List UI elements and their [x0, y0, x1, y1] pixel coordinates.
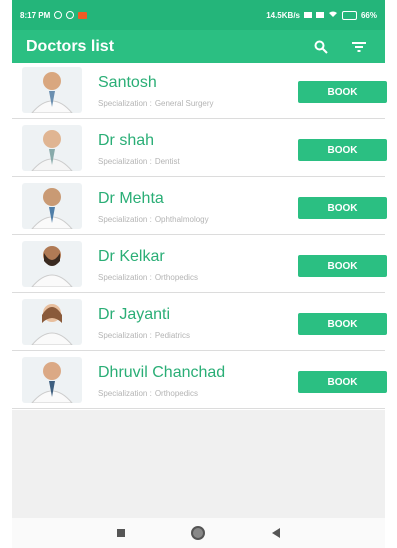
specialization-label: Specialization : — [98, 157, 152, 166]
doctor-name: Dr Jayanti — [98, 306, 171, 323]
doctor-specialization: Specialization : Pediatrics — [98, 331, 190, 340]
search-icon[interactable] — [309, 35, 333, 59]
notification-icon — [66, 11, 75, 19]
specialization-value: Dentist — [154, 157, 180, 166]
status-right: 14.5KB/s 66% — [266, 10, 377, 20]
recents-icon[interactable] — [111, 523, 131, 543]
book-button[interactable]: BOOK — [298, 313, 387, 335]
doctor-name: Dr Kelkar — [98, 248, 165, 265]
specialization-value: Ophthalmology — [154, 215, 209, 224]
app-bar: Doctors list — [12, 30, 385, 63]
status-bar: 8:17 PM 14.5KB/s 66% — [12, 0, 385, 30]
specialization-label: Specialization : — [98, 331, 152, 340]
doctor-name: Dhruvil Chanchad — [98, 364, 226, 381]
signal-icon — [315, 12, 324, 18]
filter-icon[interactable] — [347, 35, 371, 59]
doctor-avatar — [22, 357, 82, 403]
doctor-row[interactable]: Dhruvil Chanchad Specialization : Orthope… — [12, 353, 387, 409]
doctor-specialization: Specialization : Orthopedics — [98, 389, 198, 398]
battery-percent: 66% — [360, 10, 377, 20]
doctor-avatar — [22, 183, 82, 229]
specialization-value: Orthopedics — [154, 389, 198, 398]
doctor-avatar — [22, 125, 82, 171]
specialization-label: Specialization : — [98, 215, 152, 224]
network-speed: 14.5KB/s — [266, 10, 300, 20]
doctor-specialization: Specialization : Orthopedics — [98, 273, 198, 282]
specialization-value: Orthopedics — [154, 273, 198, 282]
specialization-value: Pediatrics — [154, 331, 190, 340]
app-notification-icon — [78, 11, 88, 19]
status-left: 8:17 PM — [20, 10, 88, 20]
book-button[interactable]: BOOK — [298, 81, 387, 103]
notification-icon — [54, 11, 63, 19]
home-icon[interactable] — [188, 523, 208, 543]
doctor-avatar — [22, 241, 82, 287]
doctor-specialization: Specialization : Dentist — [98, 157, 180, 166]
doctor-avatar — [22, 299, 82, 345]
specialization-label: Specialization : — [98, 273, 152, 282]
doctor-avatar — [22, 67, 82, 113]
back-icon[interactable] — [266, 523, 286, 543]
doctor-row[interactable]: Dr Mehta Specialization : Ophthalmology B… — [12, 179, 387, 235]
book-button[interactable]: BOOK — [298, 255, 387, 277]
doctor-specialization: Specialization : General Surgery — [98, 99, 214, 108]
home-circle — [191, 526, 206, 540]
doctor-row[interactable]: Dr shah Specialization : Dentist BOOK — [12, 121, 387, 177]
specialization-value: General Surgery — [154, 99, 214, 108]
doctors-list: Santosh Specialization : General Surgery … — [12, 63, 387, 410]
empty-list-area — [12, 410, 385, 518]
navigation-bar — [12, 518, 385, 548]
specialization-label: Specialization : — [98, 389, 152, 398]
doctor-row[interactable]: Dr Jayanti Specialization : Pediatrics BO… — [12, 295, 387, 351]
page-title: Doctors list — [26, 37, 115, 55]
status-time: 8:17 PM — [20, 10, 51, 20]
doctor-name: Dr shah — [98, 132, 155, 149]
book-button[interactable]: BOOK — [298, 197, 387, 219]
back-triangle — [272, 528, 281, 538]
book-button[interactable]: BOOK — [298, 139, 387, 161]
book-button[interactable]: BOOK — [298, 371, 387, 393]
doctor-name: Santosh — [98, 74, 157, 91]
data-icon — [303, 12, 312, 18]
doctor-name: Dr Mehta — [98, 190, 164, 207]
battery-icon — [341, 10, 357, 20]
wifi-icon — [328, 10, 338, 20]
doctor-row[interactable]: Santosh Specialization : General Surgery … — [12, 63, 387, 119]
doctor-specialization: Specialization : Ophthalmology — [98, 215, 209, 224]
recents-square — [116, 529, 125, 537]
specialization-label: Specialization : — [98, 99, 152, 108]
doctor-row[interactable]: Dr Kelkar Specialization : Orthopedics BO… — [12, 237, 387, 293]
